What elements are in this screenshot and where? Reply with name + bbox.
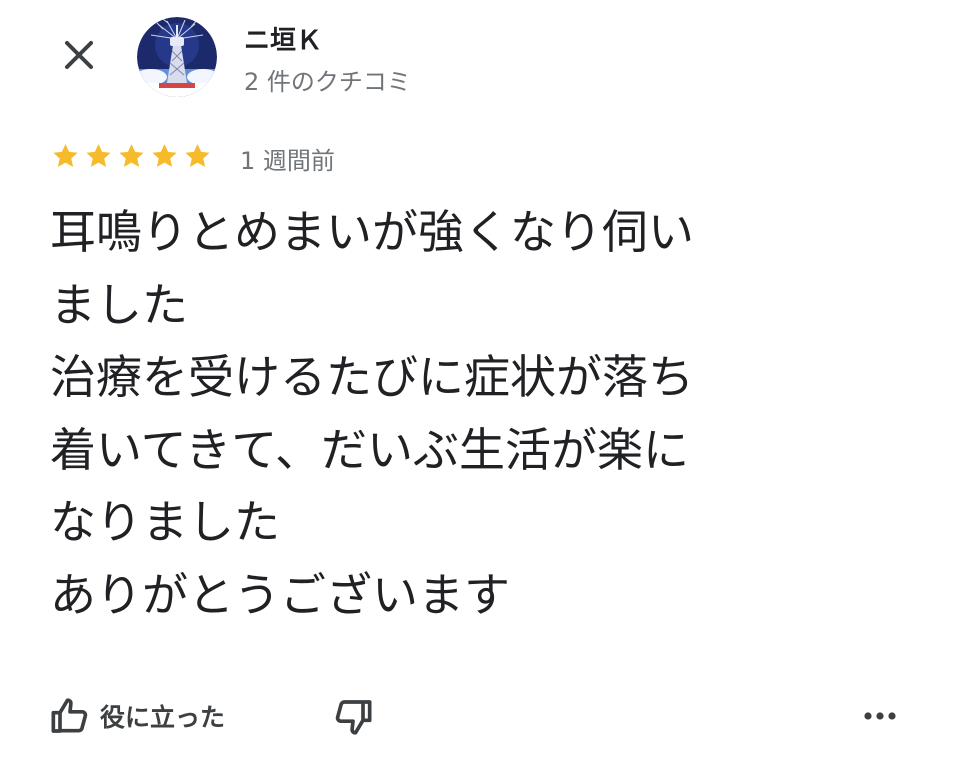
star-rating — [50, 141, 213, 171]
review-text: 耳鳴りとめまいが強くなり伺い ました 治療を受けるたびに症状が落ち 着いてきて、… — [50, 196, 930, 632]
thumbs-up-icon — [51, 698, 88, 733]
review-line: 治療を受けるたびに症状が落ち — [50, 350, 694, 405]
review-line: ました — [50, 277, 188, 332]
avatar[interactable] — [137, 17, 217, 97]
not-helpful-button[interactable] — [330, 694, 376, 740]
tower-avatar-icon — [137, 17, 217, 97]
more-options-button[interactable] — [858, 694, 902, 738]
close-button[interactable] — [54, 30, 104, 80]
review-time: 1 週間前 — [240, 147, 335, 175]
review-line: 着いてきて、だいぶ生活が楽に — [50, 422, 689, 477]
star-icon — [83, 141, 114, 171]
thumbs-down-icon — [335, 700, 372, 735]
star-icon — [182, 141, 213, 171]
star-icon — [149, 141, 180, 171]
star-icon — [116, 141, 147, 171]
review-count: 2 件のクチコミ — [244, 68, 411, 96]
close-icon — [65, 41, 93, 69]
helpful-button[interactable]: 役に立った — [50, 694, 225, 738]
review-line: 耳鳴りとめまいが強くなり伺い — [50, 205, 694, 259]
review-line: ありがとうございます — [50, 567, 510, 622]
helpful-label: 役に立った — [100, 703, 226, 732]
star-icon — [50, 141, 81, 171]
author-name[interactable]: ニ垣Ｋ — [244, 20, 322, 57]
review-line: なりました — [50, 495, 280, 550]
more-horiz-icon — [864, 712, 896, 720]
